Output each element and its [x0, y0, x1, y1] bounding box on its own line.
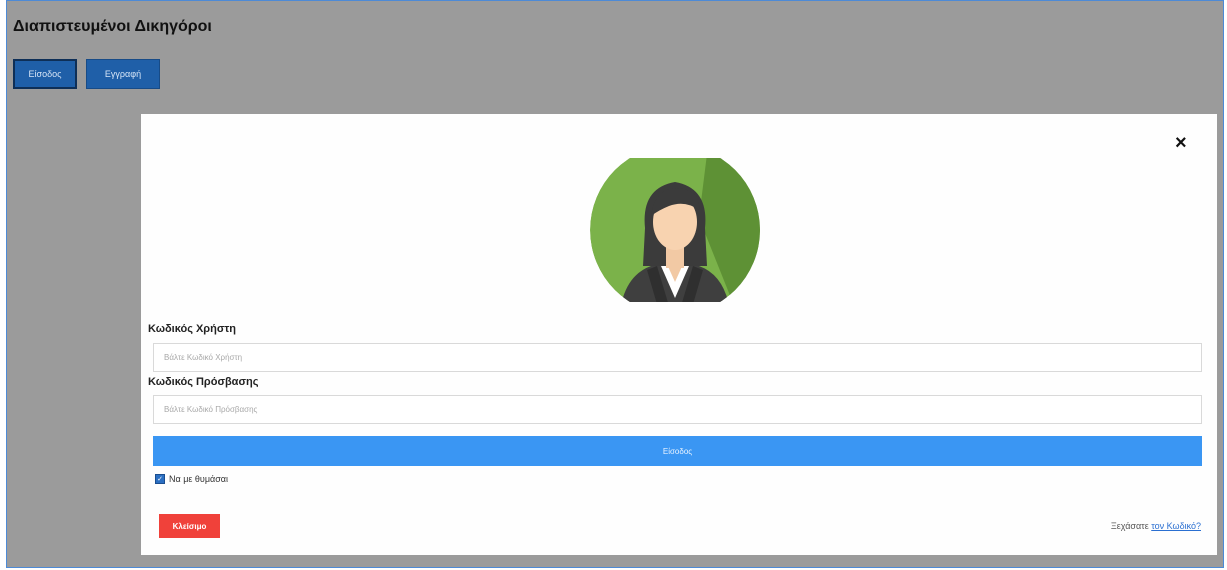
forgot-password-link[interactable]: τον Κωδικό?	[1151, 521, 1201, 531]
register-nav-button[interactable]: Εγγραφή	[86, 59, 160, 89]
password-input[interactable]	[153, 395, 1202, 424]
close-icon[interactable]: ×	[1175, 133, 1187, 153]
forgot-prefix: Ξεχάσατε	[1110, 521, 1152, 531]
remember-label: Να με θυμάσαι	[169, 474, 228, 484]
cancel-button[interactable]: Κλείσιμο	[159, 514, 220, 538]
login-nav-button[interactable]: Είσοδος	[13, 59, 77, 89]
forgot-password: Ξεχάσατε τον Κωδικό?	[1111, 521, 1201, 531]
remember-checkbox[interactable]: ✓	[155, 474, 165, 484]
remember-me: ✓ Να με θυμάσαι	[155, 474, 228, 484]
username-label: Κωδικός Χρήστη	[148, 323, 236, 335]
user-avatar-icon	[590, 158, 760, 302]
page-backdrop: Διαπιστευμένοι Δικηγόροι Είσοδος Εγγραφή…	[6, 0, 1224, 568]
login-modal: × Κωδικός Χρήστη Βάλτε Κωδικό Χρήστη Κωδ…	[141, 114, 1217, 555]
login-button[interactable]: Είσοδος	[153, 436, 1202, 466]
password-label: Κωδικός Πρόσβασης	[148, 376, 259, 388]
username-input[interactable]	[153, 343, 1202, 372]
page-title: Διαπιστευμένοι Δικηγόροι	[13, 18, 212, 35]
